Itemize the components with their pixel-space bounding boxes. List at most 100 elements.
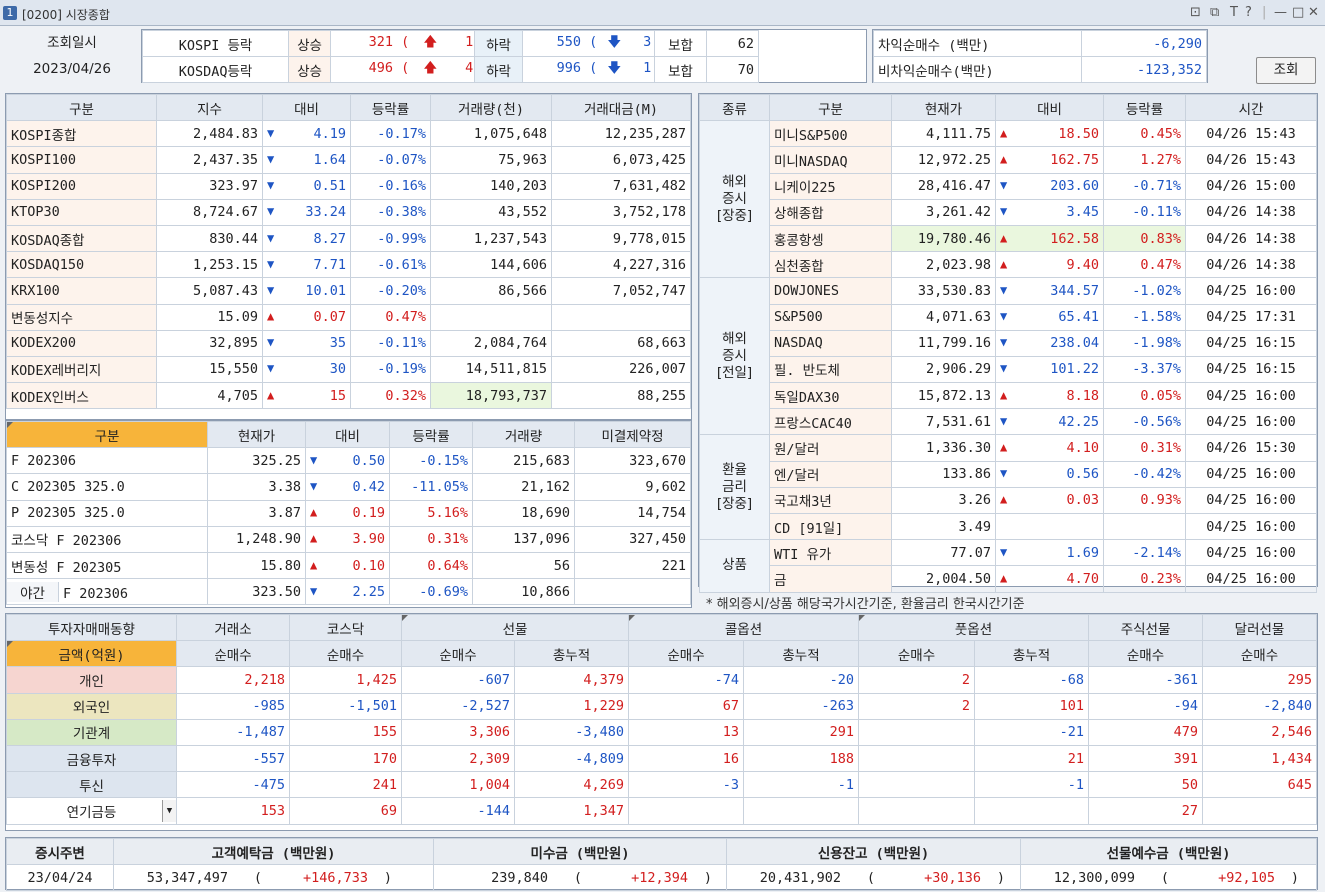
- index-row[interactable]: KOSPI100 2,437.35 ▼ 1.64 -0.07% 75,963 6,073,4…: [6, 146, 691, 174]
- window-icon[interactable]: ⧉: [1210, 5, 1219, 21]
- up-triangle-icon: ▲: [310, 531, 318, 546]
- layout-icon[interactable]: ⊡: [1190, 5, 1201, 21]
- dropdown-arrow-icon[interactable]: ▼: [162, 800, 176, 823]
- funds-cell: 12,300,099 (+92,105): [1020, 864, 1317, 892]
- column-header[interactable]: 거래량(천): [430, 93, 552, 122]
- maximize-icon[interactable]: □: [1292, 5, 1304, 21]
- world-row[interactable]: 엔/달러 133.86 ▼ 0.56 -0.42% 04/25 16:00: [700, 460, 1317, 488]
- world-row[interactable]: 독일DAX30 15,872.13 ▲ 8.18 0.05% 04/25 16:00: [700, 382, 1317, 410]
- world-row[interactable]: 상품 WTI 유가 77.07 ▼ 1.69 -2.14% 04/25 16:00: [699, 539, 1317, 593]
- minimize-icon[interactable]: —: [1274, 5, 1287, 21]
- quote-time: 04/25 16:00: [1185, 460, 1317, 488]
- index-row[interactable]: KRX100 5,087.43 ▼ 10.01 -0.20% 86,566 7,052,74…: [6, 277, 691, 305]
- world-row[interactable]: CD [91일] 3.49 04/25 16:00: [700, 512, 1317, 541]
- world-row[interactable]: 금 2,004.50 ▲ 4.70 0.23% 04/25 16:00: [700, 565, 1317, 593]
- night-futures-row[interactable]: 야간 F 202306 323.50 ▼ 2.25 -0.69% 10,866: [6, 578, 691, 606]
- index-row[interactable]: KODEX레버리지 15,550 ▼ 30 -0.19% 14,511,815 226,00…: [6, 355, 691, 384]
- futures-row[interactable]: 코스닥 F 202306 1,248.90 ▲ 3.90 0.31% 137,096 327…: [6, 525, 691, 553]
- help-icon[interactable]: ?: [1245, 5, 1252, 21]
- market-group-header[interactable]: 주식선물: [1088, 613, 1204, 642]
- market-group-header[interactable]: 선물: [401, 613, 629, 642]
- net-value: 16: [628, 744, 744, 773]
- world-row[interactable]: 환율 금리 [장중] 원/달러 1,336.30 ▲ 4.10 0.31% 04/26 15…: [699, 434, 1317, 541]
- price: 2,004.50: [891, 565, 996, 593]
- index-row[interactable]: KOSPI200 323.97 ▼ 0.51 -0.16% 140,203 7,631,48…: [6, 172, 691, 200]
- price: 3.87: [207, 499, 306, 527]
- world-row[interactable]: 상해종합 3,261.42 ▼ 3.45 -0.11% 04/26 14:38: [700, 198, 1317, 226]
- column-header[interactable]: 거래량: [472, 420, 575, 449]
- column-header[interactable]: 거래대금(M): [551, 93, 691, 122]
- volume: 144,606: [430, 251, 552, 279]
- world-row[interactable]: 홍콩항셍 19,780.46 ▲ 162.58 0.83% 04/26 14:38: [700, 224, 1317, 253]
- investor-row[interactable]: 투신 -475 241 1,004 4,269 -3 -1 -1 50 645: [6, 771, 1317, 799]
- index-row[interactable]: KODEX인버스 4,705 ▲ 15 0.32% 18,793,737 88,255: [6, 382, 691, 410]
- index-row[interactable]: KOSDAQ150 1,253.15 ▼ 7.71 -0.61% 144,606 4,227…: [6, 251, 691, 279]
- down-triangle-icon: ▼: [1000, 466, 1008, 481]
- market-group-header[interactable]: 코스닥: [289, 613, 402, 642]
- world-row[interactable]: 해외 증시 [전일] DOWJONES 33,530.83 ▼ 344.57 -1.02%…: [699, 277, 1317, 436]
- column-header[interactable]: 시간: [1185, 93, 1317, 122]
- world-row[interactable]: 해외 증시 [장중] 미니S&P500 4,111.75 ▲ 18.50 0.45% 04/…: [699, 120, 1317, 279]
- change-rate: [1103, 512, 1186, 541]
- column-header[interactable]: 종류: [699, 93, 770, 122]
- investor-row[interactable]: 금융투자 -557 170 2,309 -4,809 16 188 21 391 1,434: [6, 744, 1317, 773]
- futures-row[interactable]: 변동성 F 202305 15.80 ▲ 0.10 0.64% 56 221: [6, 551, 691, 580]
- world-row[interactable]: 프랑스CAC40 7,531.61 ▼ 42.25 -0.56% 04/25 16:00: [700, 408, 1317, 436]
- world-row[interactable]: 필. 반도체 2,906.29 ▼ 101.22 -3.37% 04/25 16:15: [700, 355, 1317, 384]
- index-row[interactable]: KOSDAQ종합 830.44 ▼ 8.27 -0.99% 1,237,543 9,778,…: [6, 224, 691, 253]
- text-icon[interactable]: T: [1230, 5, 1238, 21]
- world-row[interactable]: NASDAQ 11,799.16 ▼ 238.04 -1.98% 04/25 16:15: [700, 329, 1317, 357]
- world-row[interactable]: S&P500 4,071.63 ▼ 65.41 -1.58% 04/25 17:31: [700, 303, 1317, 331]
- column-header[interactable]: 구분: [769, 93, 892, 122]
- market-group-header[interactable]: 달러선물: [1202, 613, 1317, 642]
- column-header[interactable]: 구분: [6, 93, 157, 122]
- contract-name: F 202306: [6, 447, 208, 475]
- index-row[interactable]: KTOP30 8,724.67 ▼ 33.24 -0.38% 43,552 3,752,17…: [6, 198, 691, 226]
- column-header[interactable]: 미결제약정: [574, 420, 691, 449]
- unit-selector[interactable]: 금액(억원): [6, 640, 177, 668]
- volume: 21,162: [472, 473, 575, 501]
- investor-row[interactable]: 연기금등 ▼ 153 69 -144 1,347 27: [6, 797, 1317, 825]
- column-header[interactable]: 등락률: [389, 420, 473, 449]
- change-rate: 0.93%: [1103, 486, 1186, 515]
- net-value: -263: [742, 692, 860, 720]
- column-header[interactable]: 대비: [262, 93, 351, 122]
- net-value: -1,487: [176, 718, 290, 746]
- change-value: 162.75: [1050, 151, 1099, 168]
- index-row[interactable]: KOSPI종합 2,484.83 ▼ 4.19 -0.17% 1,075,648 12,23…: [6, 120, 691, 148]
- change-value: 162.58: [1050, 230, 1099, 247]
- index-row[interactable]: 변동성지수 15.09 ▲ 0.07 0.47%: [6, 303, 691, 331]
- change-cell: ▼ 0.51: [262, 172, 351, 200]
- investor-row[interactable]: 기관계 -1,487 155 3,306 -3,480 13 291 -21 479 2,546: [6, 718, 1317, 746]
- investor-row[interactable]: 개인 2,218 1,425 -607 4,379 -74 -20 2 -68 -361 295: [6, 666, 1317, 694]
- futures-row[interactable]: P 202305 325.0 3.87 ▲ 0.19 5.16% 18,690 14,754: [6, 499, 691, 527]
- world-row[interactable]: 미니NASDAQ 12,972.25 ▲ 162.75 1.27% 04/26 15:43: [700, 146, 1317, 174]
- up-triangle-icon: ▲: [1000, 230, 1008, 245]
- world-row[interactable]: 심천종합 2,023.98 ▲ 9.40 0.47% 04/26 14:38: [700, 251, 1317, 279]
- change-cell: ▼ 10.01: [262, 277, 351, 305]
- query-button[interactable]: 조회: [1256, 57, 1316, 84]
- column-header[interactable]: 대비: [995, 93, 1104, 122]
- world-row[interactable]: 니케이225 28,416.47 ▼ 203.60 -0.71% 04/26 15:00: [700, 172, 1317, 200]
- market-group-header[interactable]: 거래소: [176, 613, 290, 642]
- investor-name: 기관계: [72, 726, 111, 743]
- index-row[interactable]: KODEX200 32,895 ▼ 35 -0.11% 2,084,764 68,663: [6, 329, 691, 357]
- column-header[interactable]: 대비: [305, 420, 390, 449]
- market-group-header[interactable]: 콜옵션: [627, 613, 860, 642]
- futures-row[interactable]: C 202305 325.0 3.38 ▼ 0.42 -11.05% 21,162 9,60…: [6, 473, 691, 501]
- market-group-header[interactable]: 풋옵션: [858, 613, 1090, 642]
- column-header[interactable]: 현재가: [891, 93, 996, 122]
- change-cell: ▼ 4.19: [262, 120, 351, 148]
- close-icon[interactable]: ✕: [1308, 5, 1319, 21]
- column-header[interactable]: 등락률: [1103, 93, 1186, 122]
- column-header[interactable]: 현재가: [207, 420, 306, 449]
- quote-time: 04/26 14:38: [1185, 251, 1317, 279]
- column-header[interactable]: 지수: [156, 93, 263, 122]
- net-value: -1,501: [289, 692, 402, 720]
- quote-time: 04/25 16:15: [1185, 355, 1317, 384]
- column-header[interactable]: 등락률: [350, 93, 431, 122]
- column-header[interactable]: 구분: [6, 420, 208, 449]
- futures-row[interactable]: F 202306 325.25 ▼ 0.50 -0.15% 215,683 323,670: [6, 447, 691, 475]
- world-row[interactable]: 국고채3년 3.26 ▲ 0.03 0.93% 04/25 16:00: [700, 486, 1317, 515]
- investor-row[interactable]: 외국인 -985 -1,501 -2,527 1,229 67 -263 2 101 -94 -2,…: [6, 692, 1317, 720]
